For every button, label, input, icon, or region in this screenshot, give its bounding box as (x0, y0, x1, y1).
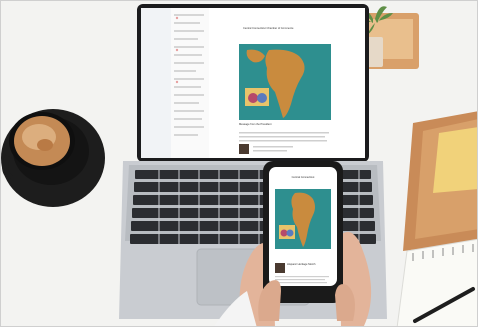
phone-header-text: Central Connecticut (291, 176, 315, 179)
sticky-note (433, 127, 477, 193)
map-artwork (239, 44, 331, 120)
message-list-rows (174, 14, 204, 136)
thumbs (258, 280, 355, 321)
reading-pane: Central Connecticut Chamber of Commerce … (209, 8, 365, 158)
coffee-cup (1, 109, 105, 207)
photo-scene: Central Connecticut Chamber of Commerce … (0, 0, 478, 327)
email-header-text: Central Connecticut Chamber of Commerce (243, 27, 294, 30)
message-list (171, 8, 210, 158)
notepad-stack (396, 111, 477, 326)
email-body-heading: Message from the President (239, 123, 272, 126)
phone-map-artwork (275, 189, 331, 249)
laptop-screen: Central Connecticut Chamber of Commerce … (141, 8, 365, 158)
mail-sidebar (141, 8, 172, 158)
